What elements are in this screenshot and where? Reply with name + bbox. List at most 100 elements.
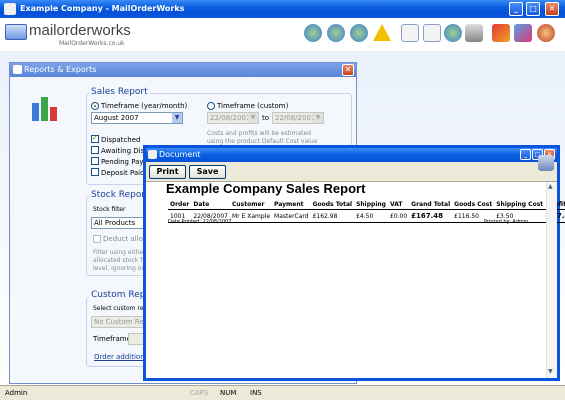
table-cell: £4.50 [354,209,388,223]
table-cell: 1001 [168,209,192,223]
custom-report-value: No Custom Rep [94,318,149,326]
boxes-icon[interactable] [492,24,510,42]
timeframe-ym-radio[interactable] [91,102,99,110]
chart-bars-icon [30,93,60,123]
package-icon[interactable] [514,24,532,42]
table-row: 1001 22/08/2007 Mr E Xample MasterCard £… [168,209,565,223]
table-cell: MasterCard [272,209,311,223]
main-titlebar: Example Company - MailOrderWorks _ □ ✕ [0,0,565,18]
main-toolbar: mailorderworks MailOrderWorks.co.uk [0,18,565,51]
deduct-allocated-checkbox[interactable] [93,235,101,243]
table-cell: Mr E Xample [229,209,273,223]
scroll-down-icon[interactable]: ▼ [548,368,553,375]
globe-add-icon[interactable] [304,24,322,42]
document-edit-icon[interactable] [401,24,419,42]
scroll-up-icon[interactable]: ▲ [548,183,553,190]
logo-subtext: MailOrderWorks.co.uk [59,40,125,47]
user-icon[interactable] [537,24,555,42]
stock-report-heading: Stock Report [89,190,151,200]
maximize-button[interactable]: □ [526,2,540,16]
column-header: Goods Cost [452,200,495,210]
table-cell: £162.98 [310,209,355,223]
column-header: Order [168,200,192,210]
document-title: Document [159,150,201,159]
logo-envelope-icon [5,24,27,40]
column-header: Shipping [354,200,388,210]
column-header: Customer [229,200,273,210]
table-cell: 22/08/2007 [191,209,230,223]
app-icon [4,3,16,15]
table-header-row: Order Date Customer Payment Goods Total … [168,200,565,210]
status-num: NUM [220,389,237,397]
date-to-value: 22/08/2007 [275,114,316,122]
stock-note-line: Filter using either [93,249,146,256]
column-header: VAT [387,200,410,210]
table-cell: £0.00 [387,209,410,223]
check-label: Deposit Paid [101,169,145,177]
chevron-down-icon: ▼ [172,113,182,123]
status-user: Admin [5,389,28,397]
sales-table: Order Date Customer Payment Goods Total … [168,200,565,223]
date-to-select[interactable]: 22/08/2007 ▼ [272,112,324,124]
stock-filter-value: All Products [94,219,136,227]
stock-filter-label: Stock filter [93,206,126,213]
column-header: Payment [272,200,311,210]
timeframe-custom-label: Timeframe (custom) [217,102,289,110]
minimize-button[interactable]: _ [509,2,523,16]
globe-sync-icon[interactable] [350,24,368,42]
awaiting-dispatch-checkbox[interactable] [91,146,99,154]
status-caps: CAPS [190,389,209,397]
reports-title: Reports & Exports [24,65,97,74]
to-label: to [262,114,270,122]
date-from-value: 22/08/2007 [210,114,251,122]
reports-window-icon [13,65,22,74]
document-minimize-button[interactable]: _ [520,149,531,160]
stock-note-line: level, ignoring ord [93,265,148,272]
warning-icon[interactable] [373,24,391,41]
report-title: Example Company Sales Report [166,181,366,196]
column-header: Grand Total [409,200,453,210]
document-info-icon[interactable] [423,24,441,42]
reports-close-button[interactable]: ✕ [342,64,354,76]
order-additional-link[interactable]: Order additiona [94,353,149,361]
table-cell: £116.50 [452,209,495,223]
date-from-select[interactable]: 22/08/2007 ▼ [207,112,259,124]
table-cell: £167.48 [409,209,453,223]
status-bar: Admin CAPS NUM INS [0,385,565,400]
status-ins: INS [250,389,262,397]
sales-report-heading: Sales Report [89,87,150,97]
timeframe-custom-radio[interactable] [207,102,215,110]
stock-note-line: allocated stock fr [93,257,145,264]
month-select-value: August 2007 [94,114,139,122]
close-button[interactable]: ✕ [545,2,559,16]
globe-download-icon[interactable] [327,24,345,42]
document-titlebar: Document _ □ ✕ [146,148,557,162]
document-toolbar: Print Save [146,155,557,182]
print-button[interactable]: Print [149,165,186,179]
cart-icon[interactable] [465,24,483,42]
globe-cart-icon[interactable] [444,24,462,42]
document-scrollbar[interactable]: ▲ ▼ [546,182,557,378]
chevron-down-icon: ▼ [313,113,323,123]
dispatched-checkbox[interactable]: ✓ [91,134,99,143]
chevron-down-icon: ▼ [248,113,258,123]
document-printer-icon [538,155,554,171]
stock-filter-select[interactable]: All Products [91,217,151,229]
deposit-paid-checkbox[interactable] [91,168,99,176]
save-button[interactable]: Save [189,165,226,179]
logo: mailorderworks MailOrderWorks.co.uk [5,22,155,48]
column-header: Date [191,200,230,210]
table-cell: £3.50 [494,209,546,223]
logo-text: mailorderworks [29,22,131,39]
timeframe-ym-label: Timeframe (year/month) [101,102,188,110]
document-window-icon [148,150,157,159]
column-header: Goods Total [310,200,355,210]
reports-titlebar: Reports & Exports ✕ [10,63,356,77]
column-header: Shipping Cost [494,200,546,210]
document-window: Document _ □ ✕ Print Save Example Compan… [143,145,565,381]
pending-payment-checkbox[interactable] [91,157,99,165]
month-select[interactable]: August 2007 ▼ [91,112,183,124]
app-title: Example Company - MailOrderWorks [20,4,185,13]
custom-report-select[interactable]: No Custom Rep [91,316,151,328]
custom-timeframe-label: Timeframe [93,335,131,343]
